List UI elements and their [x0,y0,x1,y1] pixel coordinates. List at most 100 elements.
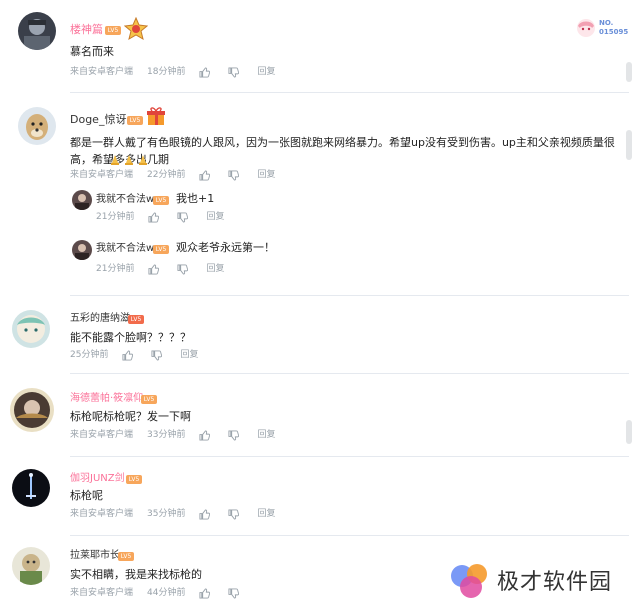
username[interactable]: 楼神篇 [70,23,103,37]
comment-item: 五彩的唐纳滋 LV5 能不能露个脸啊？？？？ 25分钟前 回复 [0,298,635,373]
reply-avatar[interactable] [72,240,92,260]
source-label: 来自安卓客户端 [70,509,134,519]
thumbs-down-icon[interactable] [228,587,240,599]
scrollbar[interactable] [626,0,632,606]
divider [70,295,629,296]
username[interactable]: 伽羽JUNZ剑 [70,472,125,486]
reply-button[interactable]: 回复 [257,169,275,181]
badge-label: NO. [599,19,614,27]
divider [70,92,629,93]
thumbs-up-icon[interactable] [199,429,211,441]
username[interactable]: Doge_惊讶 [70,113,126,127]
comment-meta: 25分钟前 回复 [70,349,198,361]
thumbs-up-icon[interactable] [199,169,211,181]
level-badge: LV5 [118,552,134,561]
thumbs-up-icon[interactable] [148,211,160,223]
timestamp: 21分钟前 [96,264,135,274]
thumbs-down-icon[interactable] [228,508,240,520]
comment-item: 楼神篇 LV5 慕名而来 来自安卓客户端 18分钟前 回复 NO. 015095 [0,0,635,90]
thumbs-up-icon[interactable] [199,508,211,520]
timestamp: 25分钟前 [70,350,109,360]
comment-text: 能不能露个脸啊？？？？ [70,331,191,344]
comment-text: 标枪呢标枪呢？发一下啊 [70,410,191,423]
reply-avatar[interactable] [72,190,92,210]
scrollbar-thumb[interactable] [626,130,632,160]
timestamp: 44分钟前 [147,588,186,598]
comment-item: Doge_惊讶 LV5 都是一群人戴了有色眼镜的人跟风，因为一张图就跑来网络暴力… [0,95,635,295]
divider [70,373,629,374]
avatar[interactable] [12,310,50,348]
comment-meta: 来自安卓客户端 33分钟前 回复 [70,429,275,441]
comment-item: 海德蕾帕·筱凛仰 LV5 标枪呢标枪呢？发一下啊 来自安卓客户端 33分钟前 回… [0,376,635,456]
level-badge: LV5 [105,26,121,35]
reply-button[interactable]: 回复 [206,211,224,223]
level-badge: LV5 [141,395,157,404]
thumbs-down-icon[interactable] [228,169,240,181]
anime-girl-icon [577,19,595,37]
reply-button[interactable]: 回复 [180,349,198,361]
thumbs-up-icon[interactable] [148,263,160,275]
thumbs-up-icon[interactable] [122,349,134,361]
reply-button[interactable]: 回复 [257,66,275,78]
level-badge: LV5 [153,245,169,254]
source-label: 来自安卓客户端 [70,430,134,440]
avatar[interactable] [10,388,54,432]
watermark: 极才软件园 [449,560,612,600]
avatar[interactable] [18,107,56,145]
timestamp: 35分钟前 [147,509,186,519]
source-label: 来自安卓客户端 [70,588,134,598]
divider [70,456,629,457]
divider [70,535,629,536]
avatar[interactable] [12,547,50,585]
reply-text: 观众老爷永远第一！ [176,241,275,254]
source-label: 来自安卓客户端 [70,170,134,180]
reply-button[interactable]: 回复 [206,263,224,275]
comment-text: 实不相瞒，我是来找标枪的 [70,568,202,581]
thumbs-down-icon[interactable] [228,66,240,78]
reply-meta: 21分钟前 回复 [96,263,224,275]
timestamp: 21分钟前 [96,212,135,222]
avatar[interactable] [12,469,50,507]
level-badge: LV5 [126,475,142,484]
reply-meta: 21分钟前 回复 [96,211,224,223]
prayer-emoji-icon [109,151,121,165]
thumbs-down-icon[interactable] [228,429,240,441]
username[interactable]: 拉莱耶市长 [70,549,120,563]
comment-text: 慕名而来 [70,45,114,58]
thumbs-down-icon[interactable] [177,211,189,223]
reply-button[interactable]: 回复 [257,508,275,520]
reply-username[interactable]: 我就不合法w [96,193,154,207]
timestamp: 18分钟前 [147,67,186,77]
comment-meta: 来自安卓客户端 18分钟前 回复 [70,66,275,78]
emoji-group [109,151,149,165]
thumbs-down-icon[interactable] [177,263,189,275]
level-badge: LV5 [153,196,169,205]
reply-username[interactable]: 我就不合法w [96,242,154,256]
scrollbar-thumb-top[interactable] [626,62,632,82]
thumbs-down-icon[interactable] [151,349,163,361]
comment-meta: 来自安卓客户端 35分钟前 回复 [70,508,275,520]
level-badge: LV5 [128,315,144,324]
comment-text: 标枪呢 [70,489,103,502]
timestamp: 22分钟前 [147,170,186,180]
badge-number: 015095 [599,28,629,36]
prayer-emoji-icon [137,151,149,165]
reply-button[interactable]: 回复 [257,429,275,441]
prayer-emoji-icon [123,151,135,165]
level-badge: LV5 [127,116,143,125]
thumbs-up-icon[interactable] [199,587,211,599]
comment-item: 伽羽JUNZ剑 LV5 标枪呢 来自安卓客户端 35分钟前 回复 [0,459,635,537]
username[interactable]: 海德蕾帕·筱凛仰 [70,392,143,406]
comment-meta: 来自安卓客户端 44分钟前 [70,587,240,599]
medal-icon [123,16,149,41]
scrollbar-thumb-lower[interactable] [626,420,632,444]
username[interactable]: 五彩的唐纳滋 [70,312,130,326]
source-label: 来自安卓客户端 [70,67,134,77]
thumbs-up-icon[interactable] [199,66,211,78]
timestamp: 33分钟前 [147,430,186,440]
gift-box-icon [145,105,167,127]
watermark-logo-icon [449,560,493,600]
avatar[interactable] [18,12,56,50]
reply-text: 我也+1 [176,192,215,205]
watermark-text: 极才软件园 [497,570,613,595]
